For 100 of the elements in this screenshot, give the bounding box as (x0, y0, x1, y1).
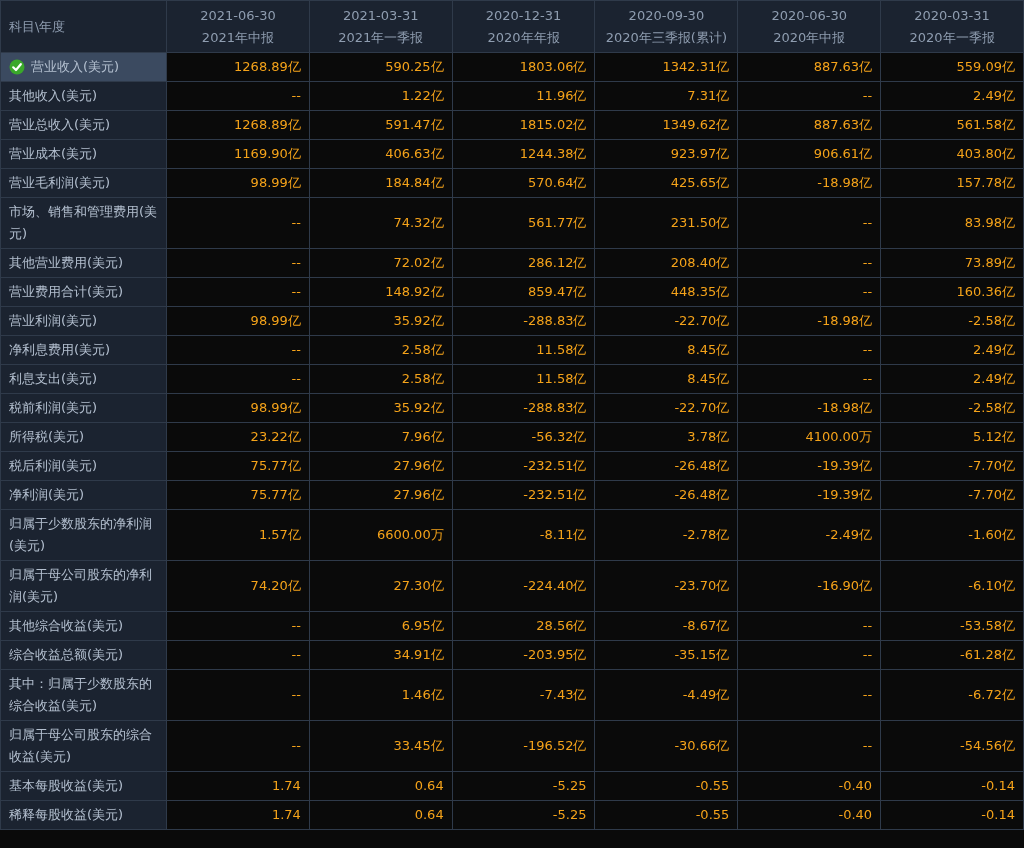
value-cell: -0.14 (880, 800, 1024, 830)
row-header[interactable]: 营业毛利润(美元) (0, 168, 167, 198)
value-cell: 11.58亿 (452, 364, 595, 394)
row-header[interactable]: 其他综合收益(美元) (0, 611, 167, 641)
value-cell: -- (166, 197, 310, 249)
value-cell: -196.52亿 (452, 720, 595, 772)
row-label[interactable]: 营业利润(美元) (9, 310, 98, 332)
row-label[interactable]: 其他营业费用(美元) (9, 252, 124, 274)
row-label[interactable]: 税前利润(美元) (9, 397, 98, 419)
value-cell: 74.32亿 (309, 197, 453, 249)
row-label[interactable]: 净利息费用(美元) (9, 339, 111, 361)
value-cell: -19.39亿 (737, 480, 881, 510)
row-label[interactable]: 稀释每股收益(美元) (9, 804, 124, 826)
value-cell: 73.89亿 (880, 248, 1024, 278)
value-cell: -- (737, 277, 881, 307)
row-label[interactable]: 其中：归属于少数股东的综合收益(美元) (9, 673, 158, 717)
value-cell: -224.40亿 (452, 560, 595, 612)
row-header[interactable]: 归属于母公司股东的综合收益(美元) (0, 720, 167, 772)
row-label[interactable]: 所得税(美元) (9, 426, 85, 448)
value-cell: 74.20亿 (166, 560, 310, 612)
value-cell: 906.61亿 (737, 139, 881, 169)
value-cell: 1342.31亿 (595, 52, 738, 82)
row-label[interactable]: 利息支出(美元) (9, 368, 98, 390)
value-cell: 859.47亿 (452, 277, 595, 307)
row-label[interactable]: 营业总收入(美元) (9, 114, 111, 136)
row-label[interactable]: 营业收入(美元) (31, 56, 120, 78)
value-cell: 3.78亿 (595, 422, 738, 452)
value-cell: -5.25 (452, 771, 595, 801)
row-header[interactable]: 基本每股收益(美元) (0, 771, 167, 801)
row-header[interactable]: 归属于母公司股东的净利润(美元) (0, 560, 167, 612)
column-report: 2020年年报 (486, 28, 561, 47)
value-cell: 98.99亿 (166, 306, 310, 336)
row-header[interactable]: 税前利润(美元) (0, 393, 167, 423)
value-cell: 5.12亿 (880, 422, 1024, 452)
value-cell: -- (166, 640, 310, 670)
row-header[interactable]: 归属于少数股东的净利润(美元) (0, 509, 167, 561)
value-cell: 1.57亿 (166, 509, 310, 561)
row-header[interactable]: 营业成本(美元) (0, 139, 167, 169)
value-cell: -2.49亿 (737, 509, 881, 561)
value-cell: 1.22亿 (309, 81, 453, 111)
row-label[interactable]: 营业毛利润(美元) (9, 172, 111, 194)
value-cell: 8.45亿 (595, 364, 738, 394)
corner-header: 科目\年度 (0, 0, 167, 53)
value-cell: -2.78亿 (595, 509, 738, 561)
value-cell: 887.63亿 (737, 110, 881, 140)
value-cell: -- (166, 277, 310, 307)
row-label[interactable]: 营业费用合计(美元) (9, 281, 124, 303)
column-date: 2020-09-30 (627, 6, 706, 25)
value-cell: 75.77亿 (166, 480, 310, 510)
row-header[interactable]: 净利润(美元) (0, 480, 167, 510)
row-header[interactable]: 其他收入(美元) (0, 81, 167, 111)
column-report: 2020年三季报(累计) (604, 28, 728, 47)
row-header[interactable]: 营业收入(美元) (0, 52, 167, 82)
row-header[interactable]: 税后利润(美元) (0, 451, 167, 481)
row-label[interactable]: 归属于少数股东的净利润(美元) (9, 513, 158, 557)
row-label[interactable]: 营业成本(美元) (9, 143, 98, 165)
value-cell: -- (166, 248, 310, 278)
value-cell: -288.83亿 (452, 306, 595, 336)
row-label[interactable]: 税后利润(美元) (9, 455, 98, 477)
value-cell: 83.98亿 (880, 197, 1024, 249)
value-cell: -- (737, 81, 881, 111)
row-label[interactable]: 基本每股收益(美元) (9, 775, 124, 797)
row-header[interactable]: 营业总收入(美元) (0, 110, 167, 140)
row-label[interactable]: 归属于母公司股东的净利润(美元) (9, 564, 158, 608)
value-cell: 75.77亿 (166, 451, 310, 481)
row-label[interactable]: 归属于母公司股东的综合收益(美元) (9, 724, 158, 768)
value-cell: -- (737, 669, 881, 721)
row-label[interactable]: 其他综合收益(美元) (9, 615, 124, 637)
value-cell: -5.25 (452, 800, 595, 830)
value-cell: -- (166, 611, 310, 641)
value-cell: -- (166, 335, 310, 365)
row-label[interactable]: 其他收入(美元) (9, 85, 98, 107)
value-cell: 1349.62亿 (595, 110, 738, 140)
row-header[interactable]: 营业费用合计(美元) (0, 277, 167, 307)
row-header[interactable]: 市场、销售和管理费用(美元) (0, 197, 167, 249)
value-cell: 184.84亿 (309, 168, 453, 198)
value-cell: -54.56亿 (880, 720, 1024, 772)
value-cell: 7.31亿 (595, 81, 738, 111)
value-cell: -7.70亿 (880, 451, 1024, 481)
value-cell: -26.48亿 (595, 480, 738, 510)
row-header[interactable]: 净利息费用(美元) (0, 335, 167, 365)
value-cell: 28.56亿 (452, 611, 595, 641)
value-cell: -7.43亿 (452, 669, 595, 721)
row-header[interactable]: 利息支出(美元) (0, 364, 167, 394)
value-cell: 98.99亿 (166, 168, 310, 198)
value-cell: 11.58亿 (452, 335, 595, 365)
row-header[interactable]: 其中：归属于少数股东的综合收益(美元) (0, 669, 167, 721)
row-header[interactable]: 营业利润(美元) (0, 306, 167, 336)
row-header[interactable]: 所得税(美元) (0, 422, 167, 452)
row-label[interactable]: 净利润(美元) (9, 484, 85, 506)
row-header[interactable]: 其他营业费用(美元) (0, 248, 167, 278)
value-cell: -203.95亿 (452, 640, 595, 670)
value-cell: -19.39亿 (737, 451, 881, 481)
row-label[interactable]: 市场、销售和管理费用(美元) (9, 201, 158, 245)
value-cell: 148.92亿 (309, 277, 453, 307)
value-cell: 11.96亿 (452, 81, 595, 111)
row-header[interactable]: 稀释每股收益(美元) (0, 800, 167, 830)
value-cell: -0.14 (880, 771, 1024, 801)
row-header[interactable]: 综合收益总额(美元) (0, 640, 167, 670)
row-label[interactable]: 综合收益总额(美元) (9, 644, 124, 666)
